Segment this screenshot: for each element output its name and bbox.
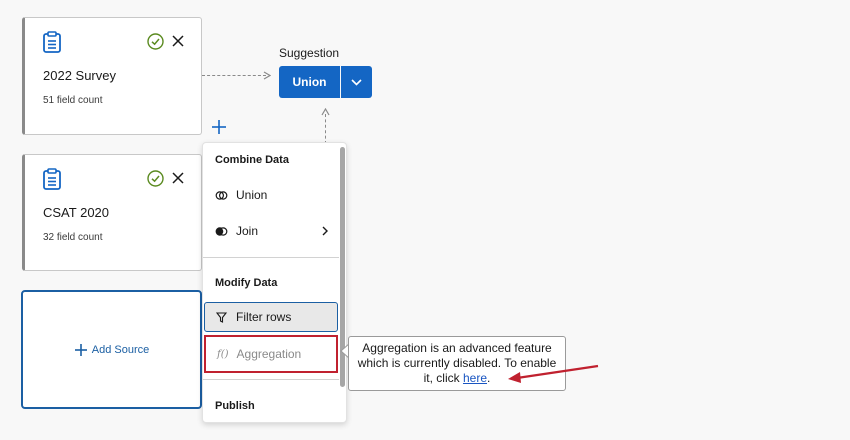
clipboard-icon xyxy=(43,31,61,53)
source-card-2022-survey[interactable]: 2022 Survey 51 field count xyxy=(22,17,202,135)
operation-menu: Combine Data Union Join Modify Data Filt… xyxy=(202,142,347,423)
arrow-right-icon xyxy=(263,71,271,80)
menu-divider xyxy=(203,379,339,380)
add-source-label: Add Source xyxy=(91,343,150,356)
tooltip-period: . xyxy=(487,371,491,385)
field-count: 51 field count xyxy=(43,95,103,106)
menu-item-aggregation: f() Aggregation xyxy=(204,335,338,373)
menu-item-filter-rows[interactable]: Filter rows xyxy=(204,302,338,332)
source-card-csat-2020[interactable]: CSAT 2020 32 field count xyxy=(22,154,202,271)
menu-item-join[interactable]: Join xyxy=(203,216,339,246)
union-icon xyxy=(215,190,228,200)
menu-section-publish: Publish xyxy=(215,400,255,412)
clipboard-icon xyxy=(43,168,61,190)
join-icon xyxy=(215,226,228,236)
menu-item-label: Aggregation xyxy=(236,347,302,361)
menu-item-label: Filter rows xyxy=(236,310,292,324)
close-icon[interactable] xyxy=(171,34,185,48)
source-title: 2022 Survey xyxy=(43,68,116,83)
menu-item-label: Join xyxy=(236,224,259,238)
chevron-down-icon xyxy=(351,78,362,86)
field-count: 32 field count xyxy=(43,232,103,243)
annotation-arrow-icon xyxy=(508,364,599,383)
filter-icon xyxy=(216,311,227,323)
enable-aggregation-link[interactable]: here xyxy=(463,371,487,385)
source-title: CSAT 2020 xyxy=(43,205,110,220)
connector-line-vertical xyxy=(325,114,326,144)
menu-section-combine: Combine Data xyxy=(215,154,289,166)
check-circle-icon xyxy=(147,170,164,187)
menu-item-union[interactable]: Union xyxy=(203,180,339,210)
menu-section-modify: Modify Data xyxy=(215,277,278,289)
check-circle-icon xyxy=(147,33,164,50)
connector-line xyxy=(202,75,266,76)
function-icon: f() xyxy=(217,348,229,360)
union-dropdown-button[interactable] xyxy=(341,66,372,98)
plus-icon[interactable] xyxy=(211,119,227,135)
chevron-right-icon xyxy=(322,226,328,236)
plus-icon xyxy=(74,343,87,356)
suggestion-label: Suggestion xyxy=(279,46,340,60)
close-icon[interactable] xyxy=(171,171,185,185)
union-button[interactable]: Union xyxy=(279,66,340,98)
menu-item-label: Union xyxy=(236,188,268,202)
menu-divider xyxy=(203,257,339,258)
add-source-button[interactable]: Add Source xyxy=(21,290,202,409)
